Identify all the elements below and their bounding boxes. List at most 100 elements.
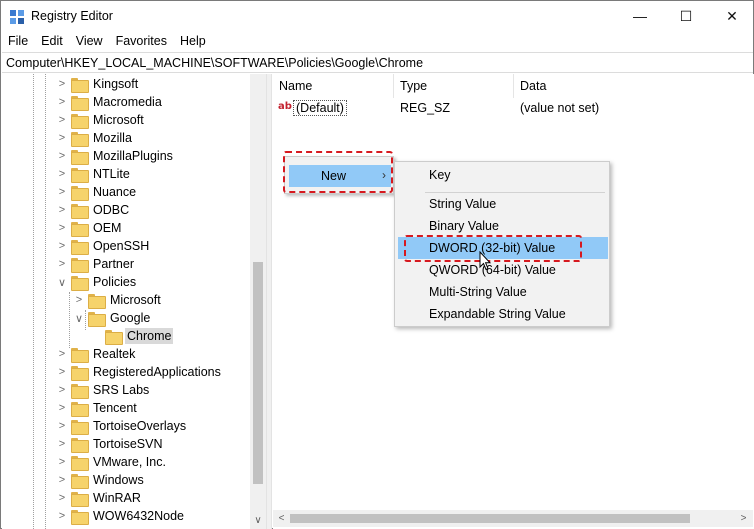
folder-icon	[71, 113, 89, 129]
values-scroll-thumb[interactable]	[290, 514, 690, 523]
column-header-type[interactable]: Type	[394, 74, 514, 98]
tree-item-label: Chrome	[125, 328, 174, 344]
tree-item-microsoft[interactable]: > Microsoft	[73, 291, 163, 309]
tree-item-tortoiseoverlays[interactable]: > TortoiseOverlays	[56, 417, 188, 435]
tree-pane[interactable]: ∨ > Kingsoft > Macromedia > Microsoft > Mozilla…	[2, 74, 266, 529]
collapsed-chevron-icon[interactable]: >	[56, 473, 68, 487]
folder-icon	[71, 95, 89, 111]
tree-item-mozilla[interactable]: > Mozilla	[56, 129, 134, 147]
tree-item-policies[interactable]: ∨ Policies	[56, 273, 138, 291]
expanded-chevron-icon[interactable]: ∨	[56, 275, 68, 289]
tree-item-realtek[interactable]: > Realtek	[56, 345, 137, 363]
submenu-item-expandable-string-value[interactable]: Expandable String Value	[398, 303, 608, 325]
registry-editor-window: Registry Editor — ☐ ✕ File Edit View Fav…	[0, 0, 754, 529]
menu-file[interactable]: File	[1, 32, 34, 52]
collapsed-chevron-icon[interactable]: >	[56, 185, 68, 199]
tree-item-microsoft[interactable]: > Microsoft	[56, 111, 146, 129]
tree-vertical-scrollbar[interactable]: ∨	[250, 74, 266, 529]
submenu-item-key[interactable]: Key	[398, 164, 608, 186]
tree-item-label: OEM	[93, 221, 122, 235]
collapsed-chevron-icon[interactable]: >	[73, 293, 85, 307]
tree-item-label: Kingsoft	[93, 77, 139, 91]
tree-item-openssh[interactable]: > OpenSSH	[56, 237, 151, 255]
tree-item-windows[interactable]: > Windows	[56, 471, 146, 489]
collapsed-chevron-icon[interactable]: >	[56, 203, 68, 217]
collapsed-chevron-icon[interactable]: >	[56, 167, 68, 181]
column-header-name[interactable]: Name	[273, 74, 394, 98]
expanded-chevron-icon[interactable]: ∨	[73, 311, 85, 325]
values-horizontal-scrollbar[interactable]: < >	[273, 510, 753, 527]
collapsed-chevron-icon[interactable]: >	[56, 491, 68, 505]
tree-item-oem[interactable]: > OEM	[56, 219, 123, 237]
tree-item-winrar[interactable]: > WinRAR	[56, 489, 143, 507]
value-row-default[interactable]: ab (Default) REG_SZ (value not set)	[273, 98, 753, 118]
collapsed-chevron-icon[interactable]: >	[56, 257, 68, 271]
collapsed-chevron-icon[interactable]: >	[56, 455, 68, 469]
tree-item-kingsoft[interactable]: > Kingsoft	[56, 75, 140, 93]
folder-icon	[71, 149, 89, 165]
folder-icon	[71, 509, 89, 525]
folder-icon	[71, 491, 89, 507]
tree-item-macromedia[interactable]: > Macromedia	[56, 93, 164, 111]
tree-item-mozillaplugins[interactable]: > MozillaPlugins	[56, 147, 175, 165]
menu-help[interactable]: Help	[173, 32, 212, 52]
collapsed-chevron-icon[interactable]: >	[56, 347, 68, 361]
menu-view[interactable]: View	[69, 32, 109, 52]
collapsed-chevron-icon[interactable]: >	[56, 437, 68, 451]
menu-edit[interactable]: Edit	[34, 32, 69, 52]
collapsed-chevron-icon[interactable]: >	[56, 419, 68, 433]
folder-icon	[71, 131, 89, 147]
tree-item-odbc[interactable]: > ODBC	[56, 201, 131, 219]
collapsed-chevron-icon[interactable]: >	[56, 131, 68, 145]
tree-item-label: Realtek	[93, 347, 136, 361]
submenu-item-qword-value[interactable]: QWORD (64-bit) Value	[398, 259, 608, 281]
tree-item-label: ODBC	[93, 203, 130, 217]
tree-item-partner[interactable]: > Partner	[56, 255, 136, 273]
pane-splitter[interactable]	[266, 74, 272, 529]
submenu-item-multi-string-value[interactable]: Multi-String Value	[398, 281, 608, 303]
collapsed-chevron-icon[interactable]: >	[56, 77, 68, 91]
folder-icon	[71, 401, 89, 417]
menu-favorites[interactable]: Favorites	[109, 32, 173, 52]
scroll-right-icon[interactable]: >	[735, 510, 752, 527]
submenu-item-string-value[interactable]: String Value	[398, 193, 608, 215]
column-header-data[interactable]: Data	[514, 74, 754, 98]
maximize-button[interactable]: ☐	[663, 1, 709, 31]
tree-item-srs-labs[interactable]: > SRS Labs	[56, 381, 151, 399]
collapsed-chevron-icon[interactable]: >	[56, 509, 68, 523]
collapsed-chevron-icon[interactable]: >	[56, 239, 68, 253]
tree-item-registeredapplications[interactable]: > RegisteredApplications	[56, 363, 223, 381]
tree-item-ntlite[interactable]: > NTLite	[56, 165, 132, 183]
tree-item-tencent[interactable]: > Tencent	[56, 399, 139, 417]
tree-item-wow6432node[interactable]: > WOW6432Node	[56, 507, 186, 525]
tree-item-tortoisesvn[interactable]: > TortoiseSVN	[56, 435, 164, 453]
close-button[interactable]: ✕	[709, 1, 754, 31]
tree-item-chrome[interactable]: Chrome	[90, 327, 174, 345]
value-type: REG_SZ	[400, 101, 451, 115]
tree-scroll-thumb[interactable]	[253, 262, 263, 484]
tree-item-vmware-inc[interactable]: > VMware, Inc.	[56, 453, 168, 471]
tree-item-label: Google	[110, 311, 151, 325]
collapsed-chevron-icon[interactable]: >	[56, 149, 68, 163]
scroll-left-icon[interactable]: <	[273, 510, 290, 527]
folder-icon	[71, 455, 89, 471]
tree-guide-line	[33, 74, 34, 529]
folder-icon	[71, 77, 89, 93]
tree-item-label: Tencent	[93, 401, 137, 415]
collapsed-chevron-icon[interactable]: >	[56, 221, 68, 235]
collapsed-chevron-icon[interactable]: >	[56, 95, 68, 109]
collapsed-chevron-icon[interactable]: >	[56, 383, 68, 397]
folder-icon	[71, 167, 89, 183]
folder-icon	[71, 347, 89, 363]
folder-icon	[71, 221, 89, 237]
collapsed-chevron-icon[interactable]: >	[56, 401, 68, 415]
tree-item-google[interactable]: ∨ Google	[73, 309, 152, 327]
folder-icon	[71, 365, 89, 381]
minimize-button[interactable]: —	[617, 1, 663, 31]
address-bar[interactable]: Computer\HKEY_LOCAL_MACHINE\SOFTWARE\Pol…	[2, 52, 753, 73]
collapsed-chevron-icon[interactable]: >	[56, 113, 68, 127]
collapsed-chevron-icon[interactable]: >	[56, 365, 68, 379]
tree-item-nuance[interactable]: > Nuance	[56, 183, 138, 201]
submenu-item-binary-value[interactable]: Binary Value	[398, 215, 608, 237]
scroll-down-icon[interactable]: ∨	[250, 512, 266, 528]
